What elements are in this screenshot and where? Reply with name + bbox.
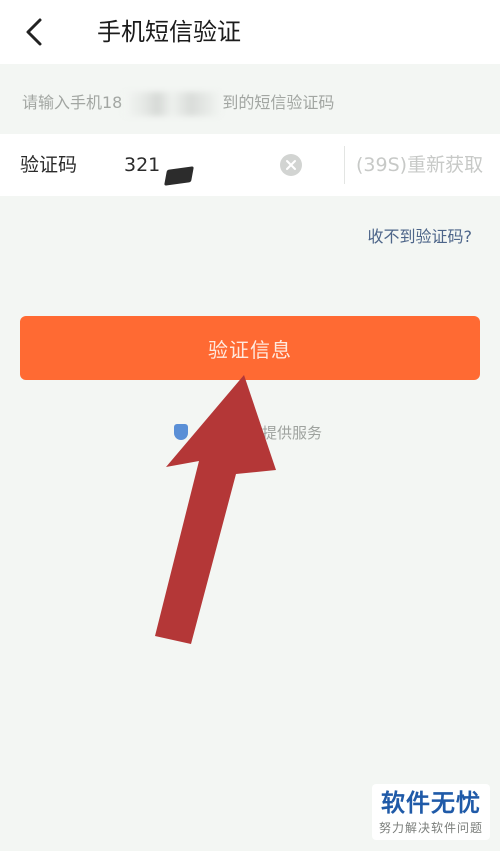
- watermark-title: 软件无忧: [381, 789, 481, 817]
- shield-icon: [174, 424, 188, 440]
- sms-hint: 请输入手机18 到的短信验证码: [22, 90, 334, 116]
- page-title: 手机短信验证: [97, 18, 241, 46]
- code-input[interactable]: [124, 149, 264, 181]
- watermark-logo: 软件无忧 努力解决软件问题: [372, 784, 490, 840]
- clear-input-button[interactable]: [280, 154, 302, 176]
- sms-hint-prefix: 请输入手机18: [22, 93, 123, 112]
- resend-code-button[interactable]: (39S)重新获取: [356, 151, 483, 179]
- top-bar: 手机短信验证: [0, 0, 500, 64]
- verify-button[interactable]: 验证信息: [20, 316, 480, 380]
- row-divider: [344, 146, 345, 184]
- chevron-left-icon: [26, 18, 42, 46]
- no-code-link[interactable]: 收不到验证码?: [368, 224, 473, 250]
- phone-number-blur: [124, 91, 221, 116]
- sms-hint-suffix: 到的短信验证码: [222, 93, 335, 112]
- code-label: 验证码: [20, 154, 78, 176]
- clear-circle-icon: [286, 160, 296, 170]
- watermark-subtitle: 努力解决软件问题: [378, 821, 483, 835]
- back-button[interactable]: [14, 12, 54, 52]
- service-provider-text: 提供服务: [262, 424, 323, 442]
- red-arrow-icon: [155, 375, 276, 644]
